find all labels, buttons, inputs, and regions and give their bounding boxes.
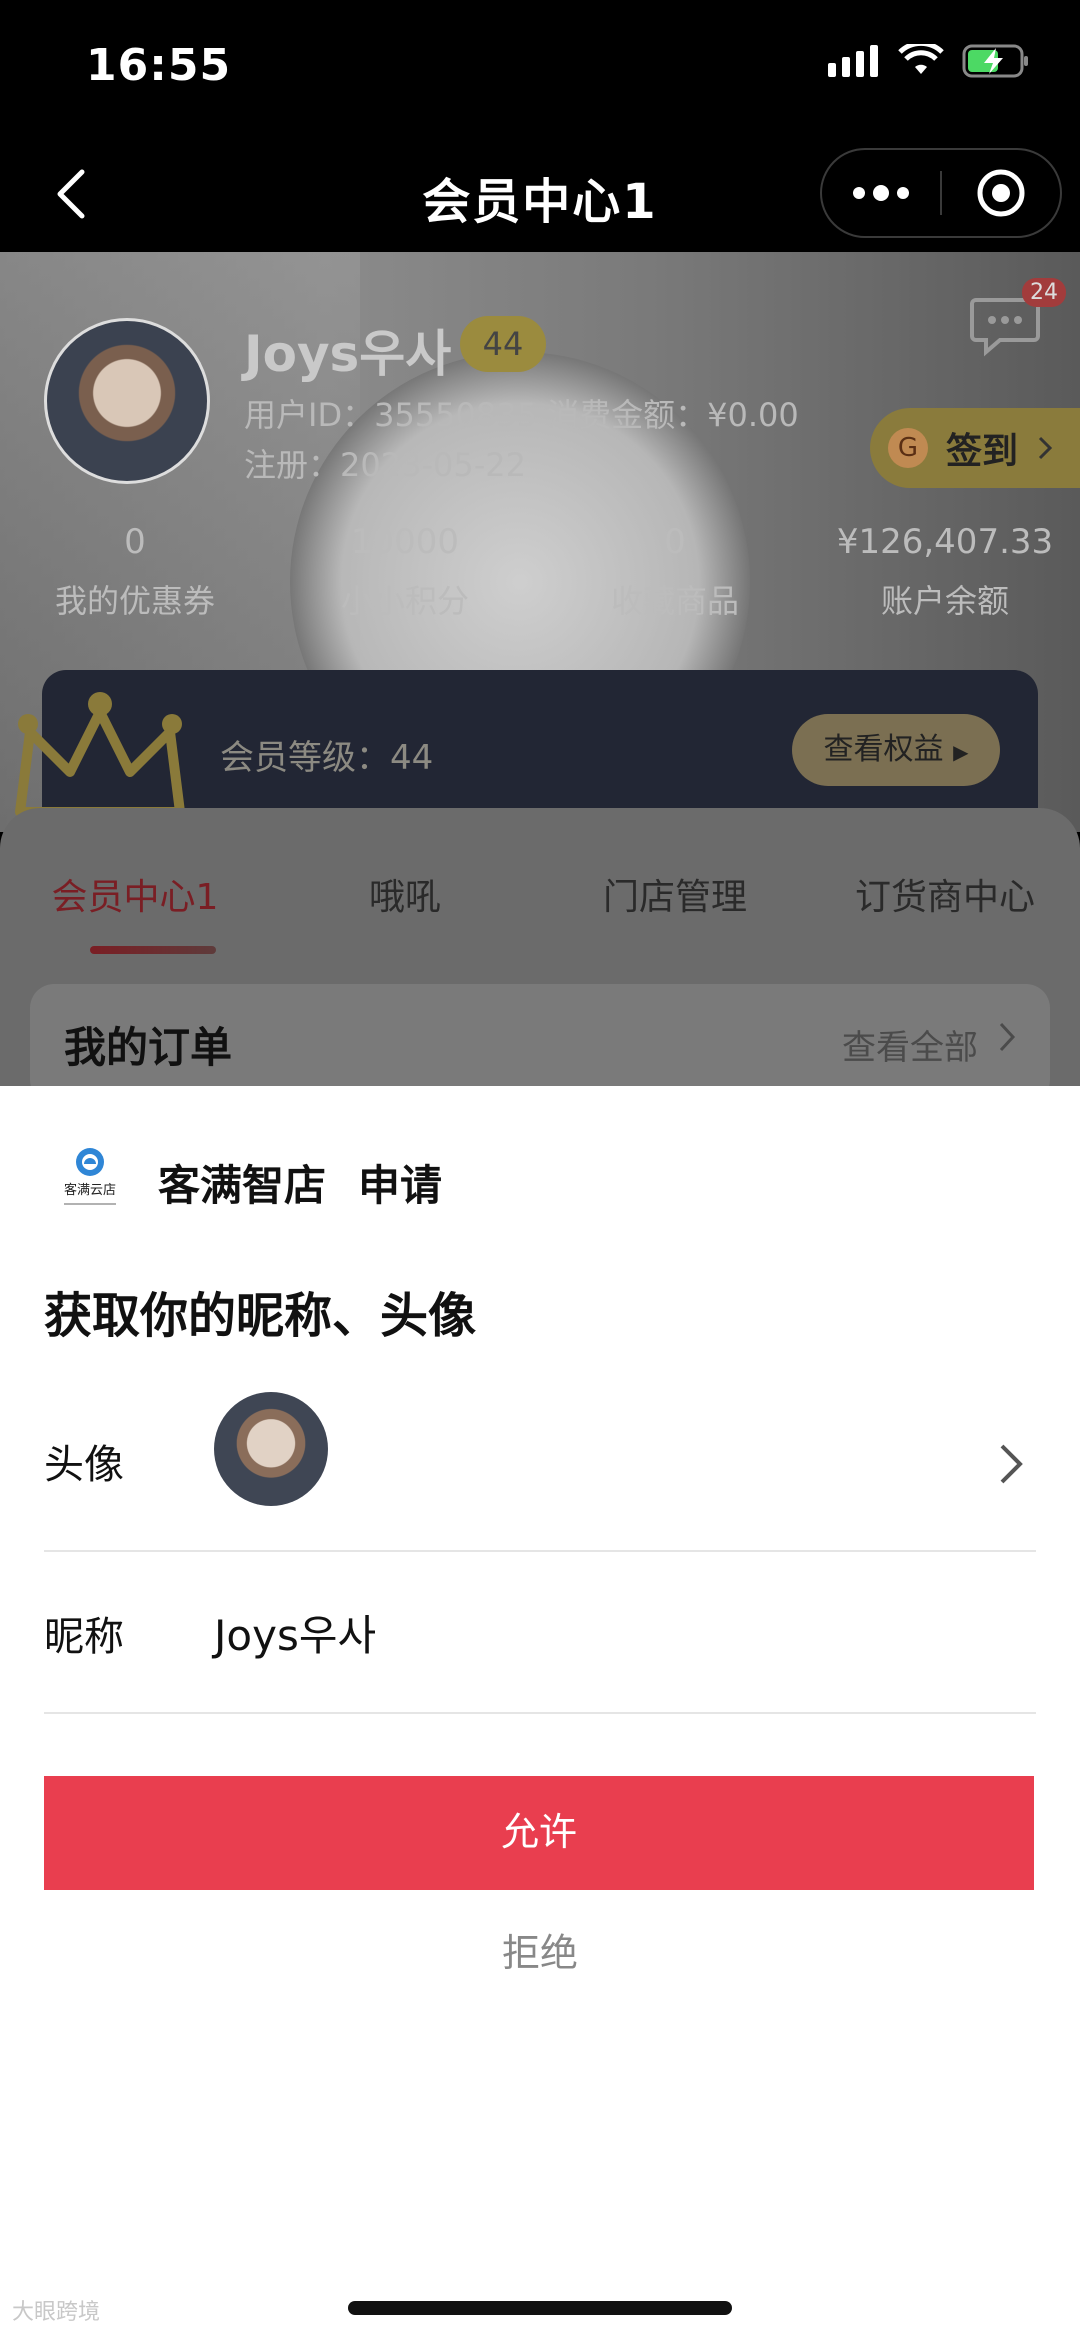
more-dots-icon — [853, 185, 909, 201]
stat-value: 0 — [664, 522, 686, 562]
allow-button[interactable]: 允许 — [44, 1776, 1034, 1890]
signin-label: 签到 — [946, 431, 1019, 472]
view-rights-button[interactable]: 查看权益 ▶ — [792, 714, 1000, 786]
app-logo-text: 客满云店 — [64, 1182, 116, 1198]
tab-bar: 会员中心1 哦吼 门店管理 订货商中心 — [0, 868, 1080, 920]
app-name: 客满智店 — [158, 1161, 327, 1210]
sheet-title: 获取你的昵称、头像 — [44, 1288, 477, 1344]
wifi-icon — [898, 44, 944, 74]
profile-header: Joys우사 44 用户ID：35550835 消费金额：¥0.00 注册：20… — [0, 252, 1080, 832]
target-circle-icon — [977, 169, 1025, 217]
mini-program-capsule — [820, 148, 1062, 238]
stat-value: 0 — [124, 522, 146, 562]
avatar-row[interactable]: 头像 — [44, 1392, 1036, 1552]
tab-distributor-center[interactable]: 订货商中心 — [810, 868, 1080, 920]
stat-favorites[interactable]: 0 收藏商品 — [540, 522, 810, 622]
reject-button[interactable]: 拒绝 — [0, 1922, 1080, 1977]
chevron-right-icon — [999, 1022, 1016, 1052]
stat-label: 我的优惠券 — [54, 582, 215, 620]
stat-balance[interactable]: ¥126,407.33 账户余额 — [810, 522, 1080, 622]
nickname-label: 昵称 — [44, 1614, 124, 1660]
level-badge: 44 — [460, 316, 546, 372]
watermark: 大眼跨境 — [12, 2300, 101, 2325]
avatar — [214, 1392, 328, 1506]
signal-icon — [828, 45, 878, 77]
avatar[interactable] — [44, 318, 210, 484]
user-name: Joys우사 — [244, 325, 452, 383]
tab-ohou[interactable]: 哦吼 — [270, 868, 540, 920]
active-tab-indicator — [90, 946, 216, 954]
tab-member-center[interactable]: 会员中心1 — [0, 868, 270, 920]
stat-value: ¥126,407.33 — [836, 522, 1054, 562]
stat-points[interactable]: 10000 小小积分 — [270, 522, 540, 622]
orders-title: 我的订单 — [64, 1023, 233, 1072]
nickname-field[interactable]: Joys우사 — [214, 1602, 376, 1663]
user-id-line: 用户ID：35550835 消费金额：¥0.00 — [244, 396, 799, 434]
home-indicator — [348, 2301, 732, 2315]
status-bar: 16:55 — [0, 0, 1080, 140]
chevron-right-icon — [1038, 436, 1053, 460]
status-time: 16:55 — [86, 40, 232, 91]
stat-label: 小小积分 — [340, 582, 469, 620]
stat-coupons[interactable]: 0 我的优惠券 — [0, 522, 270, 622]
orders-card[interactable]: 我的订单 查看全部 — [30, 984, 1050, 1088]
member-level: 会员等级：44 — [220, 738, 434, 778]
close-mini-program-button[interactable] — [942, 168, 1060, 218]
view-all-orders-link[interactable]: 查看全部 — [842, 1020, 978, 1069]
message-count-badge: 24 — [1022, 278, 1066, 307]
stat-label: 账户余额 — [880, 582, 1009, 620]
chevron-right-icon — [1000, 1444, 1023, 1484]
battery-charging-icon — [962, 44, 1028, 78]
app-logo: 客满云店 — [64, 1148, 116, 1205]
tabs-area: 会员中心1 哦吼 门店管理 订货商中心 我的订单 查看全部 — [0, 808, 1080, 1088]
stat-value: 10000 — [350, 522, 460, 562]
avatar-label: 头像 — [44, 1442, 124, 1488]
register-date: 注册：2023-05-22 — [244, 446, 526, 484]
caret-right-icon: ▶ — [953, 740, 969, 764]
view-rights-label: 查看权益 — [823, 732, 944, 767]
signin-coin-icon: G — [888, 428, 928, 468]
nickname-row[interactable]: 昵称 Joys우사 — [44, 1552, 1036, 1714]
stats-row: 0 我的优惠券 10000 小小积分 0 收藏商品 ¥126,407.33 账户… — [0, 522, 1080, 622]
tab-store-management[interactable]: 门店管理 — [540, 868, 810, 920]
stat-label: 收藏商品 — [610, 582, 739, 620]
signin-button[interactable]: G 签到 — [870, 408, 1080, 488]
apply-label: 申请 — [358, 1161, 443, 1210]
more-button[interactable] — [822, 183, 940, 203]
auth-bottom-sheet: 客满云店 客满智店 申请 获取你的昵称、头像 头像 昵称 Joys우사 允许 拒… — [0, 1086, 1080, 2337]
status-icons — [828, 44, 1030, 78]
nav-bar: 会员中心1 — [0, 140, 1080, 252]
